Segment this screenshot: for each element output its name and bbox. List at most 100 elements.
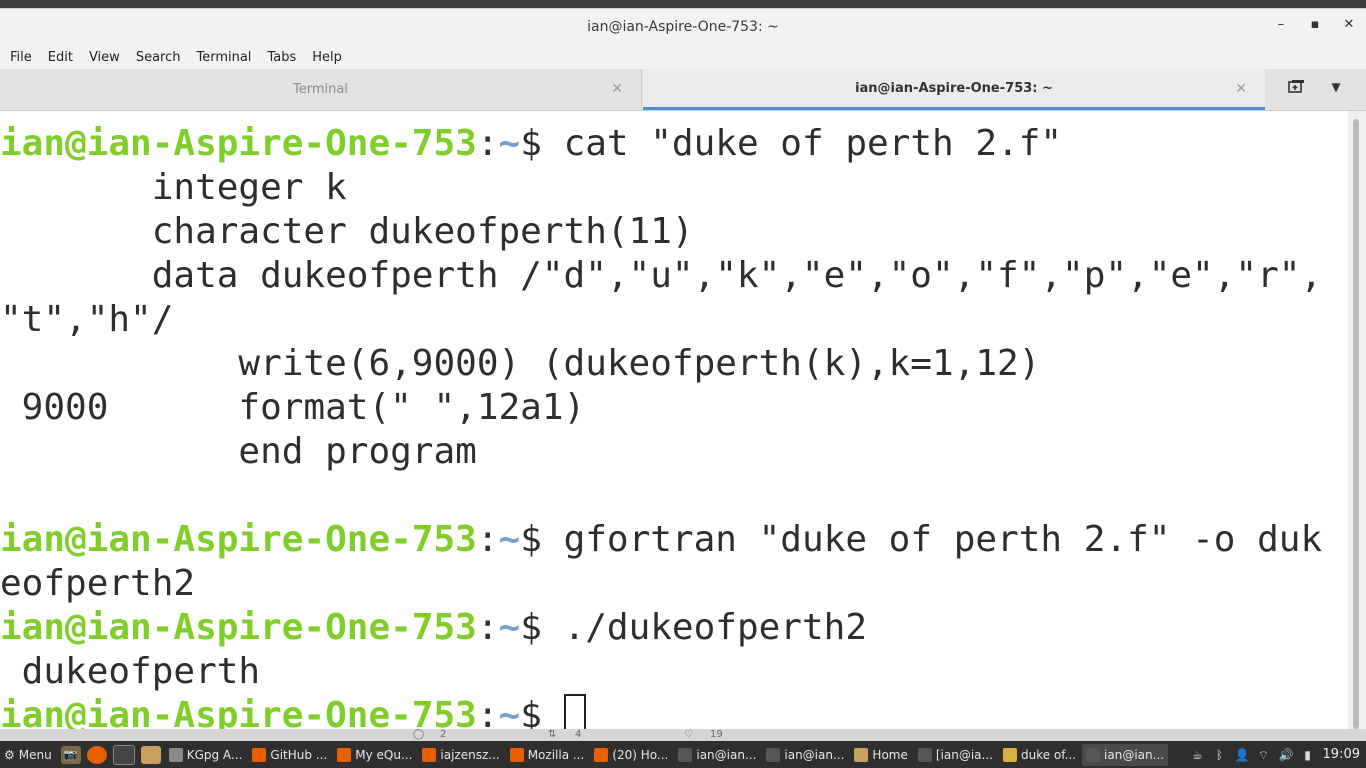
tab-active-session[interactable]: ian@ian-Aspire-One-753: ~ ✕ <box>643 69 1265 110</box>
screenshot-launcher-icon[interactable]: 📷 <box>60 745 81 764</box>
taskbar-window-label: Home <box>872 747 908 762</box>
app-icon <box>854 747 869 762</box>
prompt-dollar: $ <box>520 607 564 648</box>
prompt-user: ian@ian-Aspire-One-753 <box>0 123 477 164</box>
terminal-output-line: 9000 format(" ",12a1) <box>0 387 586 428</box>
taskbar-window-button[interactable]: (20) Ho... <box>590 744 672 766</box>
scrollbar[interactable] <box>1348 111 1366 739</box>
battery-icon[interactable]: ▮ <box>1301 748 1315 762</box>
menu-bar: File Edit View Search Terminal Tabs Help <box>0 45 1366 69</box>
prompt-separator: : <box>476 607 499 648</box>
wifi-icon[interactable]: ⌔ <box>1257 748 1271 762</box>
taskbar-window-button[interactable]: duke of... <box>999 744 1080 766</box>
taskbar-window-label: [ian@ia... <box>935 747 993 762</box>
taskbar-window-label: iajzensz... <box>440 747 500 762</box>
tab-bar: Terminal ✕ ian@ian-Aspire-One-753: ~ ✕ ▼ <box>0 69 1366 111</box>
terminal-output-line: eofperth2 <box>0 563 196 604</box>
terminal-output-line: integer k <box>0 167 347 208</box>
prompt-separator: : <box>476 519 499 560</box>
comment-icon: ◯ <box>413 729 425 740</box>
tab-label: ian@ian-Aspire-One-753: ~ <box>855 80 1053 96</box>
title-bar[interactable]: ian@ian-Aspire-One-753: ~ – ▪ ✕ <box>0 9 1366 45</box>
maximize-button[interactable]: ▪ <box>1308 17 1322 33</box>
clock[interactable]: 19:09 <box>1323 747 1360 762</box>
taskbar-window-button[interactable]: iajzensz... <box>418 744 503 766</box>
taskbar-window-label: ian@ian... <box>784 747 845 762</box>
tab-close-icon[interactable]: ✕ <box>1235 81 1247 97</box>
comment-count: 2 <box>440 729 447 740</box>
app-icon <box>1002 747 1017 762</box>
prompt-user: ian@ian-Aspire-One-753 <box>0 519 477 560</box>
taskbar-window-label: ian@ian... <box>696 747 757 762</box>
menu-search[interactable]: Search <box>128 50 189 65</box>
taskbar: ⚙ Menu 📷 KGpg A... GitHub ... My eQu... iaj… <box>0 741 1366 768</box>
bluetooth-icon[interactable]: ᛒ <box>1213 748 1227 762</box>
menu-tabs[interactable]: Tabs <box>259 50 304 65</box>
start-menu-label: Menu <box>18 747 52 762</box>
taskbar-window-label: GitHub ... <box>270 747 328 762</box>
terminal-output-line: character dukeofperth(11) <box>0 211 694 252</box>
taskbar-window-label: Mozilla ... <box>527 747 585 762</box>
app-icon <box>594 747 609 762</box>
taskbar-window-button[interactable]: ian@ian... <box>1082 743 1169 766</box>
user-icon[interactable]: 👤 <box>1235 748 1250 762</box>
app-icon <box>509 747 524 762</box>
terminal-output-line: "t","h"/ <box>0 299 174 340</box>
taskbar-window-button[interactable]: My eQu... <box>333 744 416 766</box>
menu-terminal[interactable]: Terminal <box>188 50 259 65</box>
volume-icon[interactable]: 🔊 <box>1279 748 1294 762</box>
prompt-dollar: $ <box>520 123 564 164</box>
close-button[interactable]: ✕ <box>1342 17 1356 33</box>
window-title: ian@ian-Aspire-One-753: ~ <box>587 19 779 35</box>
heart-icon: ♡ <box>684 729 693 740</box>
command-text: gfortran "duke of perth 2.f" -o duk <box>563 519 1323 560</box>
taskbar-window-button[interactable]: [ian@ia... <box>914 744 997 766</box>
prompt-dollar: $ <box>520 519 564 560</box>
taskbar-window-label: duke of... <box>1020 747 1077 762</box>
terminal-prompt-line: ian@ian-Aspire-One-753:~$ ./dukeofperth2 <box>0 606 1348 650</box>
app-icon <box>1086 747 1101 762</box>
taskbar-window-button[interactable]: KGpg A... <box>165 744 247 766</box>
terminal-output[interactable]: ian@ian-Aspire-One-753:~$ cat "duke of p… <box>0 111 1348 739</box>
retweet-count: 4 <box>575 729 582 740</box>
prompt-path: ~ <box>498 123 521 164</box>
taskbar-window-button[interactable]: Mozilla ... <box>506 744 589 766</box>
gear-icon: ⚙ <box>4 747 15 762</box>
firefox-launcher-icon[interactable] <box>86 745 107 764</box>
terminal-output-line: end program <box>0 431 477 472</box>
terminal-window: ian@ian-Aspire-One-753: ~ – ▪ ✕ File Edi… <box>0 8 1366 742</box>
tab-terminal[interactable]: Terminal ✕ <box>0 69 642 110</box>
taskbar-window-label: KGpg A... <box>186 747 243 762</box>
command-text: ./dukeofperth2 <box>563 607 867 648</box>
app-icon <box>678 747 693 762</box>
menu-file[interactable]: File <box>2 50 40 65</box>
taskbar-window-button[interactable]: Home <box>850 744 911 766</box>
terminal-prompt-line: ian@ian-Aspire-One-753:~$ cat "duke of p… <box>0 122 1348 166</box>
prompt-path: ~ <box>498 519 521 560</box>
coffee-icon[interactable]: ☕ <box>1191 748 1205 762</box>
menu-help[interactable]: Help <box>304 50 350 65</box>
files-launcher-icon[interactable] <box>140 745 161 764</box>
minimize-button[interactable]: – <box>1274 17 1288 33</box>
system-tray: ☕ ᛒ 👤 ⌔ 🔊 ▮ 19:09 <box>1191 747 1366 762</box>
scrollbar-thumb[interactable] <box>1353 119 1359 729</box>
like-count: 19 <box>710 729 723 740</box>
taskbar-window-button[interactable]: ian@ian... <box>762 744 848 766</box>
menu-edit[interactable]: Edit <box>40 50 81 65</box>
start-menu-button[interactable]: ⚙ Menu <box>0 748 58 762</box>
taskbar-window-button[interactable]: GitHub ... <box>248 744 331 766</box>
app-icon <box>337 747 352 762</box>
menu-view[interactable]: View <box>81 50 128 65</box>
prompt-separator: : <box>476 123 499 164</box>
terminal-prompt-line: ian@ian-Aspire-One-753:~$ gfortran "duke… <box>0 518 1348 562</box>
new-tab-icon[interactable] <box>1281 78 1311 100</box>
tab-menu-chevron-down-icon[interactable]: ▼ <box>1326 80 1346 94</box>
terminal-output-line: data dukeofperth /"d","u","k","e","o","f… <box>0 255 1323 296</box>
terminal-output-line: dukeofperth <box>0 651 261 692</box>
tab-close-icon[interactable]: ✕ <box>611 81 623 97</box>
app-icon <box>766 747 781 762</box>
taskbar-window-button[interactable]: ian@ian... <box>674 744 760 766</box>
command-text: cat "duke of perth 2.f" <box>563 123 1063 164</box>
terminal-launcher-icon[interactable] <box>112 744 135 765</box>
app-icon <box>422 747 437 762</box>
